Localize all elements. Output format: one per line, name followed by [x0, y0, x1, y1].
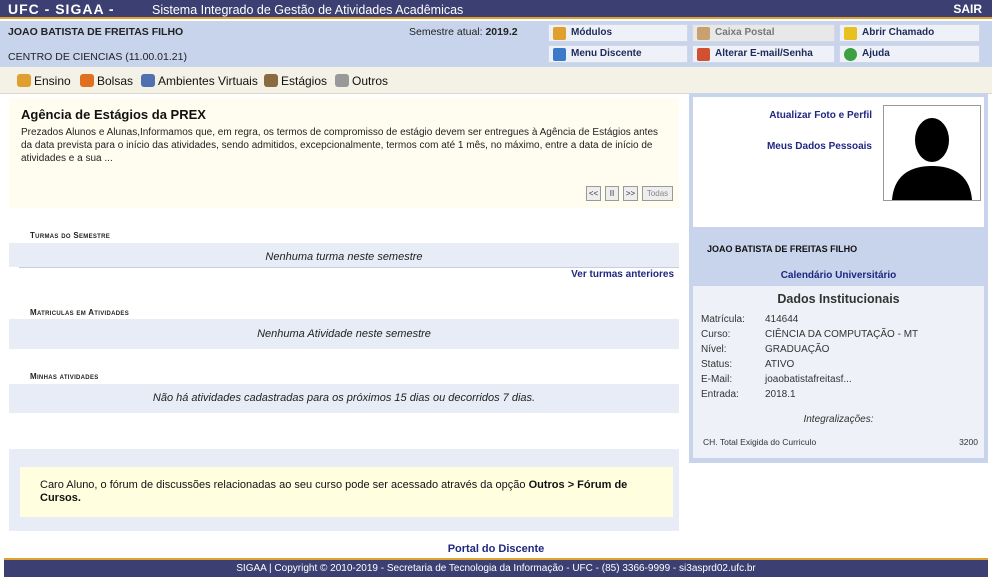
turmas-divider: [19, 267, 679, 268]
curso-label: Curso:: [701, 329, 731, 340]
atividades-section-title: Minhas atividades: [30, 372, 99, 381]
entrada-label: Entrada:: [701, 389, 739, 400]
integralizacoes-heading: Integralizações:: [803, 414, 874, 425]
abrir-chamado-label: Abrir Chamado: [862, 27, 935, 38]
profile-name: JOAO BATISTA DE FREITAS FILHO: [707, 244, 858, 254]
matricula-row: Matrícula: 414644: [701, 314, 798, 325]
mailbox-icon: [697, 27, 710, 40]
top-bar: UFC - SIGAA - Sistema Integrado de Gestã…: [0, 0, 992, 19]
network-icon: [553, 48, 566, 61]
menu-ambientes-virtuais[interactable]: Ambientes Virtuais: [141, 74, 258, 88]
entrada-row: Entrada: 2018.1: [701, 389, 796, 400]
modulos-label: Módulos: [571, 27, 613, 38]
nivel-value: GRADUAÇÃO: [765, 344, 830, 355]
user-info-bar: JOAO BATISTA DE FREITAS FILHO Semestre a…: [0, 21, 548, 67]
caixa-postal-button[interactable]: Caixa Postal: [692, 24, 835, 42]
footer-copyright: SIGAA | Copyright © 2010-2019 - Secretar…: [236, 563, 756, 574]
notice-body: Prezados Alunos e Alunas,Informamos que,…: [21, 127, 659, 164]
ch-total-label: CH. Total Exigida do Curriculo: [703, 437, 817, 447]
update-photo-link[interactable]: Atualizar Foto e Perfil: [769, 110, 872, 121]
profile-box: Atualizar Foto e Perfil Meus Dados Pesso…: [693, 97, 984, 227]
previous-classes-link[interactable]: Ver turmas anteriores: [571, 269, 674, 280]
forum-message: Caro Aluno, o fórum de discussões relaci…: [20, 467, 673, 517]
institutional-data: Dados Institucionais Matrícula: 414644 Cu…: [693, 286, 984, 458]
forum-text: Caro Aluno, o fórum de discussões relaci…: [40, 479, 529, 491]
modulos-button[interactable]: Módulos: [548, 24, 688, 42]
email-row: E-Mail: joaobatistafreitasf...: [701, 374, 852, 385]
curso-row: Curso: CIÊNCIA DA COMPUTAÇÃO - MT: [701, 329, 918, 340]
status-row: Status: ATIVO: [701, 359, 794, 370]
menu-outros-label: Outros: [352, 74, 389, 88]
profile-photo: [883, 105, 981, 201]
menu-discente-button[interactable]: Menu Discente: [548, 45, 688, 63]
calendar-link[interactable]: Calendário Universitário: [689, 270, 988, 281]
matriculas-section-title: Matriculas em Atividades: [30, 308, 130, 317]
main-menu-bar: Ensino Bolsas Ambientes Virtuais Estágio…: [0, 67, 992, 94]
books-icon: [17, 74, 31, 87]
logout-link[interactable]: SAIR: [953, 2, 982, 16]
notice-all-button[interactable]: Todas: [642, 186, 673, 201]
matricula-label: Matrícula:: [701, 314, 745, 325]
alterar-email-label: Alterar E-mail/Senha: [715, 48, 813, 59]
entrada-value: 2018.1: [765, 389, 796, 400]
notice-prev-button[interactable]: <<: [586, 186, 601, 201]
user-unit: CENTRO DE CIENCIAS (11.00.01.21): [8, 51, 187, 63]
ajuda-label: Ajuda: [862, 48, 890, 59]
portal-discente-link[interactable]: Portal do Discente: [0, 543, 992, 555]
quick-menu: Módulos Caixa Postal Abrir Chamado Menu …: [548, 21, 992, 67]
footer-bar: SIGAA | Copyright © 2010-2019 - Secretar…: [4, 558, 988, 577]
current-semester: Semestre atual: 2019.2: [409, 26, 518, 38]
ajuda-button[interactable]: Ajuda: [839, 45, 980, 63]
nivel-row: Nível: GRADUAÇÃO: [701, 344, 829, 355]
worker-icon: [264, 74, 278, 87]
menu-bolsas-label: Bolsas: [97, 74, 134, 88]
menu-bolsas[interactable]: Bolsas: [80, 74, 133, 88]
semester-label: Semestre atual:: [409, 26, 483, 38]
email-value: joaobatistafreitasf...: [765, 374, 852, 385]
caixa-postal-label: Caixa Postal: [715, 27, 775, 38]
avatar-silhouette-icon: [892, 118, 972, 200]
menu-discente-label: Menu Discente: [571, 48, 642, 59]
modules-icon: [553, 27, 566, 40]
menu-ensino[interactable]: Ensino: [17, 74, 71, 88]
user-name: JOAO BATISTA DE FREITAS FILHO: [8, 26, 184, 38]
notice-next-button[interactable]: >>: [623, 186, 638, 201]
menu-estagios[interactable]: Estágios: [264, 74, 327, 88]
nivel-label: Nível:: [701, 344, 727, 355]
alterar-email-button[interactable]: Alterar E-mail/Senha: [692, 45, 835, 63]
atividades-empty-message: Não há atividades cadastradas para os pr…: [9, 384, 679, 413]
system-name: Sistema Integrado de Gestão de Atividade…: [152, 3, 464, 17]
refresh-icon: [697, 48, 710, 61]
forum-panel: Caro Aluno, o fórum de discussões relaci…: [9, 449, 679, 531]
semester-value: 2019.2: [485, 26, 518, 38]
institutional-title: Dados Institucionais: [777, 292, 900, 306]
turmas-empty-message: Nenhuma turma neste semestre: [9, 243, 679, 267]
status-value: ATIVO: [765, 359, 795, 370]
status-label: Status:: [701, 359, 733, 370]
person-icon: [80, 74, 94, 87]
ticket-icon: [844, 27, 857, 40]
menu-ambientes-label: Ambientes Virtuais: [158, 74, 258, 88]
notice-title: Agência de Estágios da PREX: [21, 107, 206, 122]
curso-value: CIÊNCIA DA COMPUTAÇÃO - MT: [765, 329, 919, 340]
profile-panel: Atualizar Foto e Perfil Meus Dados Pesso…: [689, 93, 988, 463]
notice-panel: Agência de Estágios da PREX Prezados Alu…: [9, 98, 679, 208]
matricula-value: 414644: [765, 314, 799, 325]
menu-ensino-label: Ensino: [34, 74, 71, 88]
help-icon: [844, 48, 857, 61]
others-icon: [335, 74, 349, 87]
ch-total-row: CH. Total Exigida do Curriculo 3200: [703, 437, 978, 447]
matriculas-empty-message: Nenhuma Atividade neste semestre: [9, 319, 679, 349]
personal-data-link[interactable]: Meus Dados Pessoais: [767, 141, 872, 152]
group-icon: [141, 74, 155, 87]
menu-estagios-label: Estágios: [281, 74, 328, 88]
notice-pause-button[interactable]: II: [605, 186, 619, 201]
abrir-chamado-button[interactable]: Abrir Chamado: [839, 24, 980, 42]
brand-title: UFC - SIGAA -: [8, 1, 115, 17]
ch-total-value: 3200: [959, 437, 978, 447]
email-label: E-Mail:: [701, 374, 733, 385]
turmas-section-title: Turmas do Semestre: [30, 231, 111, 240]
menu-outros[interactable]: Outros: [335, 74, 388, 88]
